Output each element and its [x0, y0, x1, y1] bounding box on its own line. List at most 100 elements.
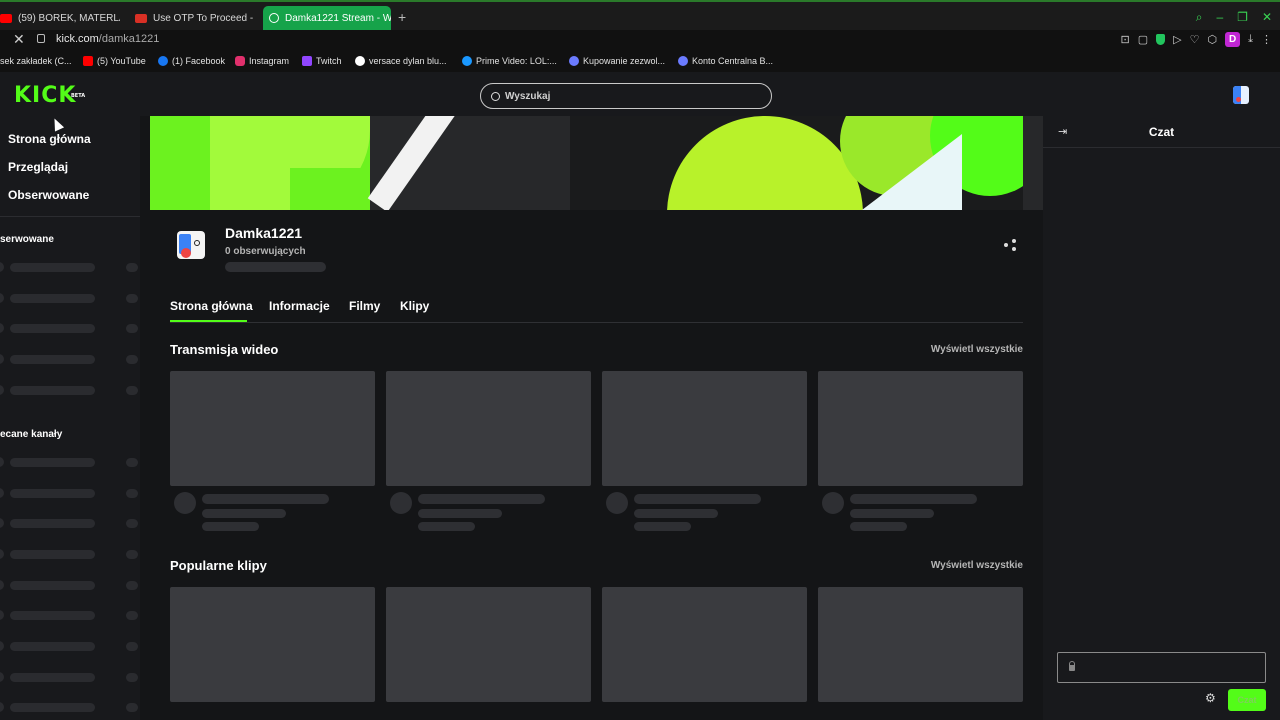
search-bar[interactable] [480, 83, 772, 109]
clip-card[interactable] [602, 587, 807, 702]
channel-skeleton [0, 579, 140, 591]
chat-panel: ⇥ Czat ⚙ Czat [1043, 116, 1280, 720]
channel-skeleton [0, 322, 140, 334]
bookmark-label: Konto Centralna B... [692, 56, 774, 66]
bookmark-item[interactable]: Konto Centralna B... [678, 56, 773, 66]
tab-videos[interactable]: Filmy [349, 299, 380, 313]
follower-count: 0 obserwujących [225, 246, 306, 257]
sidebar-item-home[interactable]: Strona główna [8, 132, 91, 146]
channel-skeleton [0, 609, 140, 621]
tab-label: Use OTP To Proceed - da [153, 12, 255, 24]
instagram-icon [235, 56, 245, 66]
gear-icon[interactable]: ⚙ [1205, 691, 1216, 705]
bookmark-label: Instagram [249, 56, 290, 66]
recommended-heading: ecane kanały [0, 429, 63, 440]
clip-card[interactable] [386, 587, 591, 702]
channel-name: Damka1221 [225, 225, 303, 241]
search-icon [491, 91, 500, 101]
user-avatar[interactable] [1233, 86, 1249, 104]
search-tabs-icon[interactable]: ⌕ [1196, 10, 1203, 24]
new-tab-button[interactable]: + [398, 10, 406, 24]
close-button[interactable]: ✕ [1262, 10, 1272, 24]
extensions-icon[interactable]: ⬡ [1208, 33, 1218, 46]
channel-skeleton [0, 261, 140, 273]
bookmark-item[interactable]: Kupowanie zezwol... [569, 56, 665, 66]
bookmark-label: versace dylan blu... [369, 56, 447, 66]
browser-toolbar-icons: ⊡ ▢ ▷ ♡ ⬡ D ⤓ ⋮ [1121, 32, 1272, 47]
channel-skeleton [0, 640, 140, 652]
download-icon[interactable]: ⤓ [1248, 33, 1253, 46]
bookmark-item[interactable]: Instagram [235, 56, 289, 66]
bookmark-item[interactable]: versace dylan blu... [355, 56, 447, 66]
bookmark-item[interactable]: (1) Facebook [158, 56, 225, 66]
tab-home[interactable]: Strona główna [170, 299, 253, 313]
prime-video-icon [462, 56, 472, 66]
share-icon[interactable] [1003, 238, 1017, 252]
channel-avatar[interactable] [175, 228, 209, 264]
channel-banner [150, 116, 1043, 210]
restore-button[interactable]: ❐ [1237, 10, 1248, 24]
kick-logo[interactable]: KICK BETA [14, 85, 85, 107]
beta-badge: BETA [71, 93, 86, 99]
bookmark-label: Prime Video: LOL:... [476, 56, 557, 66]
channel-skeleton [0, 671, 140, 683]
bookmark-icon [678, 56, 688, 66]
browser-tab[interactable]: (59) BOREK, MATERLA I G [0, 6, 120, 30]
browser-tab-bar: (59) BOREK, MATERLA I G Use OTP To Proce… [0, 0, 1280, 30]
browser-tab-active[interactable]: Damka1221 Stream - Watc [263, 6, 391, 30]
clips-view-all-link[interactable]: Wyświetl wszystkie [900, 560, 1023, 571]
video-card[interactable] [818, 371, 1023, 531]
sidebar-item-browse[interactable]: Przeglądaj [8, 160, 68, 174]
active-tab-indicator [170, 320, 247, 322]
browser-tab[interactable]: Use OTP To Proceed - da [135, 6, 255, 30]
address-bar: ✕ kick.com/damka1221 ⊡ ▢ ▷ ♡ ⬡ D ⤓ ⋮ [0, 30, 1280, 50]
profile-avatar[interactable]: D [1225, 32, 1241, 47]
chat-send-button[interactable]: Czat [1228, 689, 1266, 711]
facebook-icon [158, 56, 168, 66]
tab-label: (59) BOREK, MATERLA I G [18, 12, 120, 24]
channel-tabs: Strona główna Informacje Filmy Klipy [170, 298, 1023, 323]
bookmark-item[interactable]: sek zakładek (C... [0, 56, 72, 66]
video-card[interactable] [170, 371, 375, 531]
chat-title: Czat [1148, 125, 1175, 139]
search-input[interactable] [505, 90, 745, 102]
menu-icon[interactable]: ⋮ [1261, 33, 1272, 46]
video-card[interactable] [386, 371, 591, 531]
minimize-button[interactable]: – [1216, 10, 1223, 24]
tab-clips[interactable]: Klipy [400, 299, 429, 313]
bookmark-label: (1) Facebook [172, 56, 226, 66]
bookmark-item[interactable]: (5) YouTube [83, 56, 146, 66]
clip-card[interactable] [818, 587, 1023, 702]
bookmarks-bar: sek zakładek (C... (5) YouTube (1) Faceb… [0, 50, 1280, 72]
sidebar-item-following[interactable]: Obserwowane [8, 188, 89, 202]
youtube-icon [83, 56, 93, 66]
videos-section-title: Transmisja wideo [170, 342, 279, 357]
play-icon[interactable]: ▷ [1173, 33, 1181, 46]
heart-icon[interactable]: ♡ [1190, 33, 1200, 46]
tab-icon[interactable]: ▢ [1138, 33, 1148, 46]
bookmark-label: Twitch [316, 56, 342, 66]
pin-icon[interactable]: ⊡ [1121, 33, 1130, 46]
channel-meta-skeleton [225, 262, 326, 272]
url-field[interactable]: kick.com/damka1221 [56, 33, 159, 45]
stop-loading-icon[interactable]: ✕ [13, 31, 25, 48]
channel-skeleton [0, 456, 140, 468]
video-card[interactable] [602, 371, 807, 531]
clip-card[interactable] [170, 587, 375, 702]
sidebar-divider [0, 216, 140, 217]
clips-section-title: Popularne klipy [170, 558, 267, 573]
lock-icon[interactable] [37, 34, 45, 43]
bookmark-label: Kupowanie zezwol... [583, 56, 666, 66]
gmail-icon [135, 13, 147, 23]
tab-label: Damka1221 Stream - Watc [285, 12, 391, 24]
channel-skeleton [0, 384, 140, 396]
lock-icon [1069, 661, 1075, 671]
tab-about[interactable]: Informacje [269, 299, 330, 313]
chat-input[interactable] [1057, 652, 1266, 683]
twitch-icon [302, 56, 312, 66]
loading-icon [269, 13, 279, 23]
bookmark-item[interactable]: Prime Video: LOL:... [462, 56, 557, 66]
adblock-shield-icon[interactable] [1156, 34, 1166, 45]
bookmark-item[interactable]: Twitch [302, 56, 342, 66]
videos-view-all-link[interactable]: Wyświetl wszystkie [900, 344, 1023, 355]
